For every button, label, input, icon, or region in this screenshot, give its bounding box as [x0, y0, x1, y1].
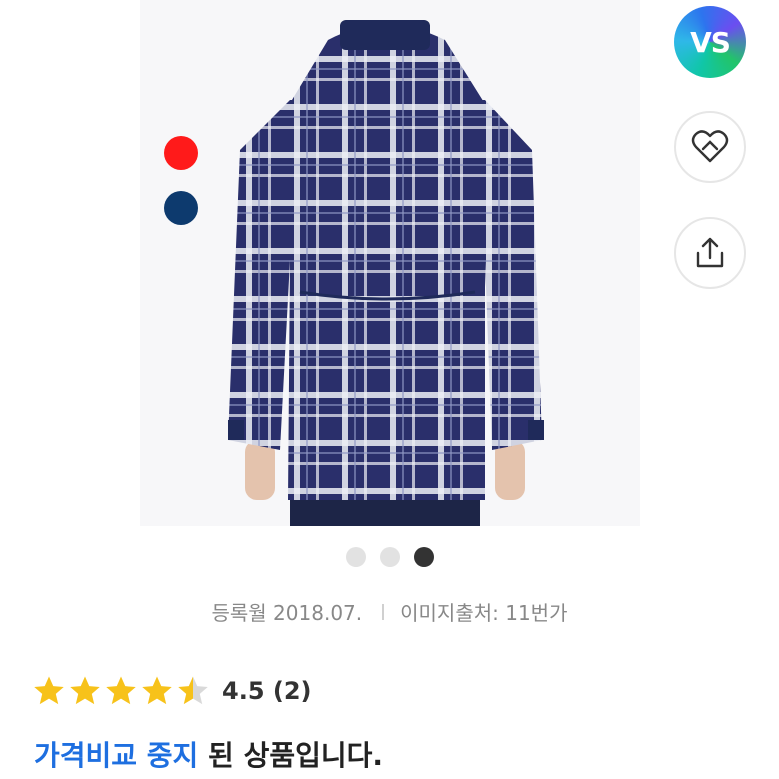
meta-divider — [382, 603, 385, 620]
star-half-icon — [178, 676, 208, 705]
star-icon — [34, 676, 64, 705]
image-source: 이미지출처: 11번가 — [400, 601, 568, 625]
star-icon — [106, 676, 136, 705]
rating-score: 4.5 — [222, 677, 265, 705]
registered-date: 등록월 2018.07. — [211, 601, 363, 625]
star-icon — [70, 676, 100, 705]
rating-count: (2) — [272, 677, 312, 705]
carousel-dot[interactable] — [346, 547, 366, 567]
heart-icon — [691, 130, 729, 163]
price-compare-stopped: 가격비교 중지 — [34, 739, 199, 772]
status-notice: 가격비교 중지 된 상품입니다. — [34, 734, 383, 774]
color-swatch-red[interactable] — [164, 136, 198, 170]
carousel-dot-active[interactable] — [414, 547, 434, 567]
share-button[interactable] — [674, 217, 746, 289]
jacket-image — [228, 20, 544, 526]
compare-vs-label: VS — [690, 25, 731, 59]
star-icon — [142, 676, 172, 705]
rating[interactable]: 4.5 (2) — [32, 674, 312, 708]
product-image[interactable] — [140, 0, 640, 526]
color-swatch-navy[interactable] — [164, 191, 198, 225]
compare-vs-button[interactable]: VS — [674, 6, 746, 78]
carousel-indicator — [346, 547, 434, 567]
notice-rest: 된 상품입니다. — [198, 739, 384, 772]
carousel-dot[interactable] — [380, 547, 400, 567]
wishlist-button[interactable] — [674, 111, 746, 183]
product-meta: 등록월 2018.07. 이미지출처: 11번가 — [0, 597, 779, 626]
share-icon — [696, 237, 724, 268]
